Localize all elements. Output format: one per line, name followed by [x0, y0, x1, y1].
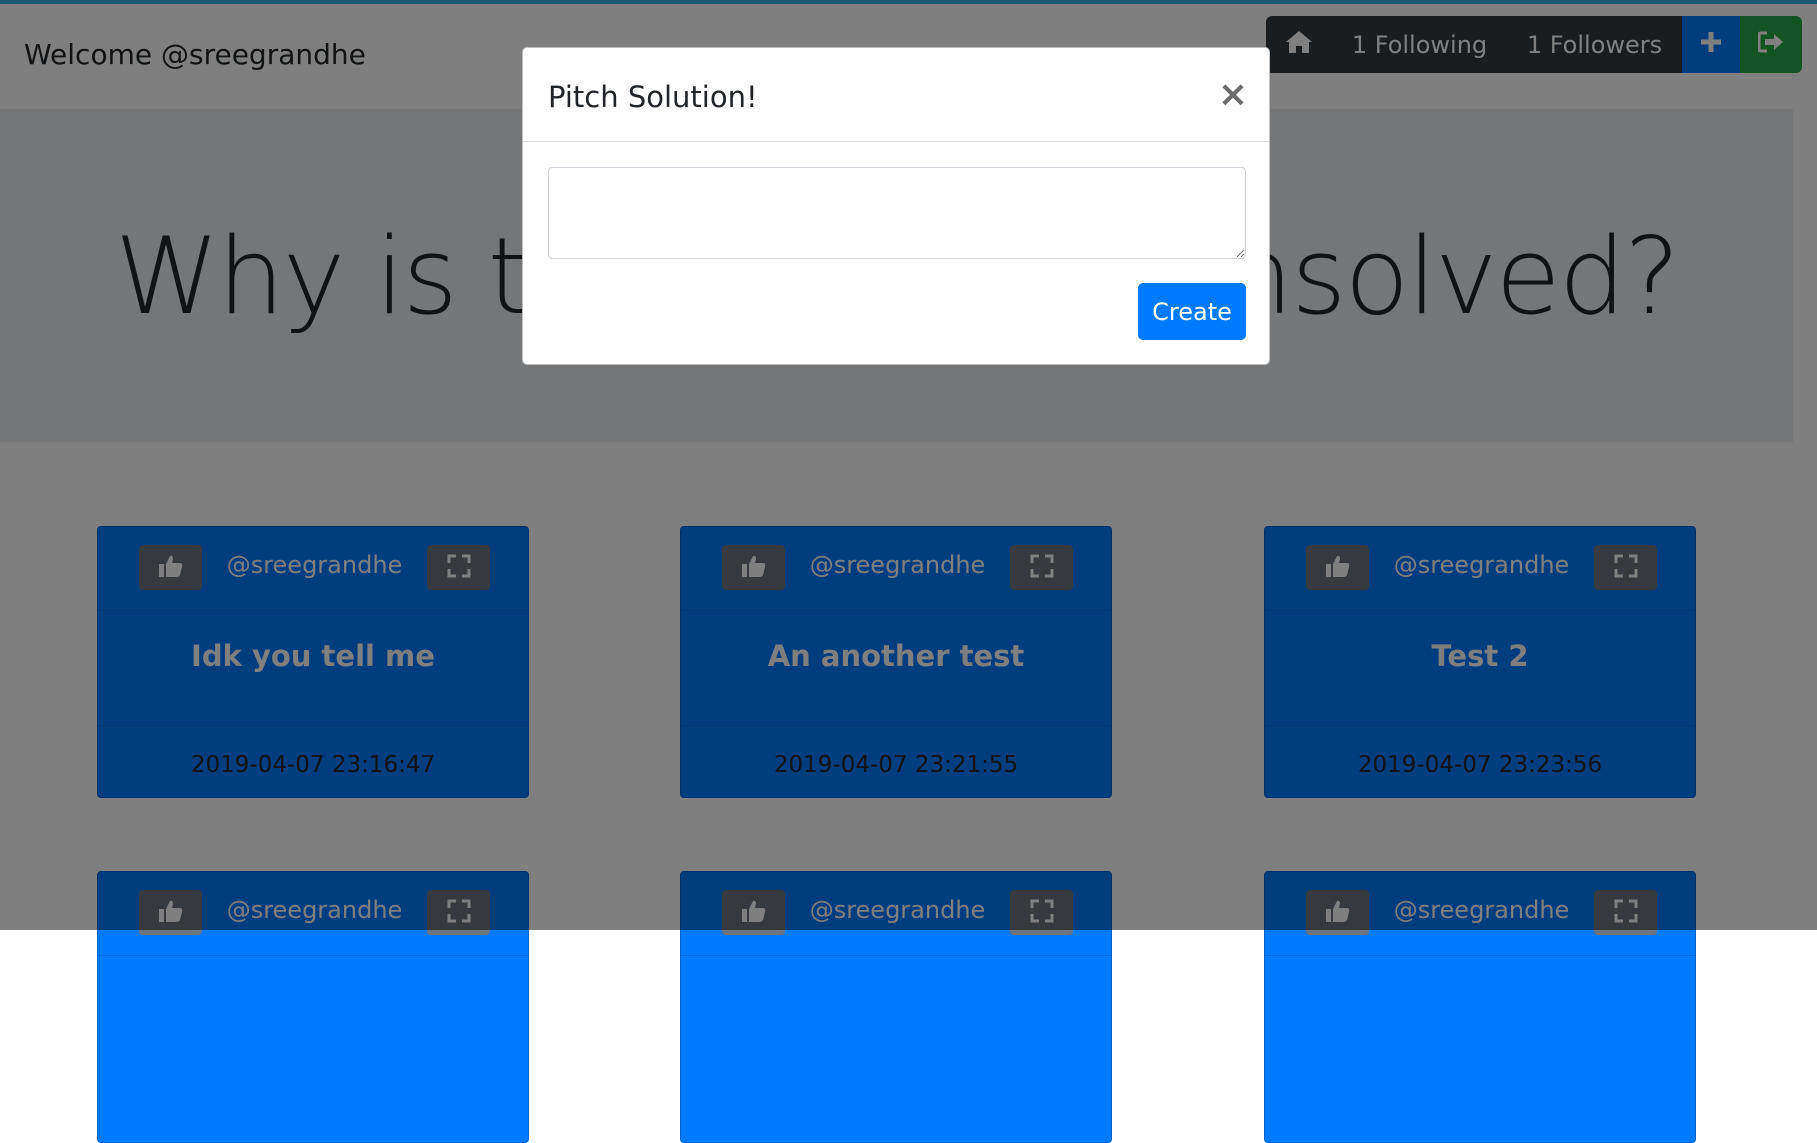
modal-close-button[interactable]: × — [1213, 72, 1253, 116]
pitch-solution-modal: Pitch Solution! × Create — [522, 47, 1270, 365]
close-icon: × — [1217, 73, 1249, 115]
create-button-label: Create — [1152, 297, 1232, 326]
modal-title: Pitch Solution! — [548, 80, 758, 114]
create-button[interactable]: Create — [1138, 283, 1246, 340]
modal-header-divider — [523, 141, 1269, 142]
solution-textarea[interactable] — [548, 167, 1246, 259]
